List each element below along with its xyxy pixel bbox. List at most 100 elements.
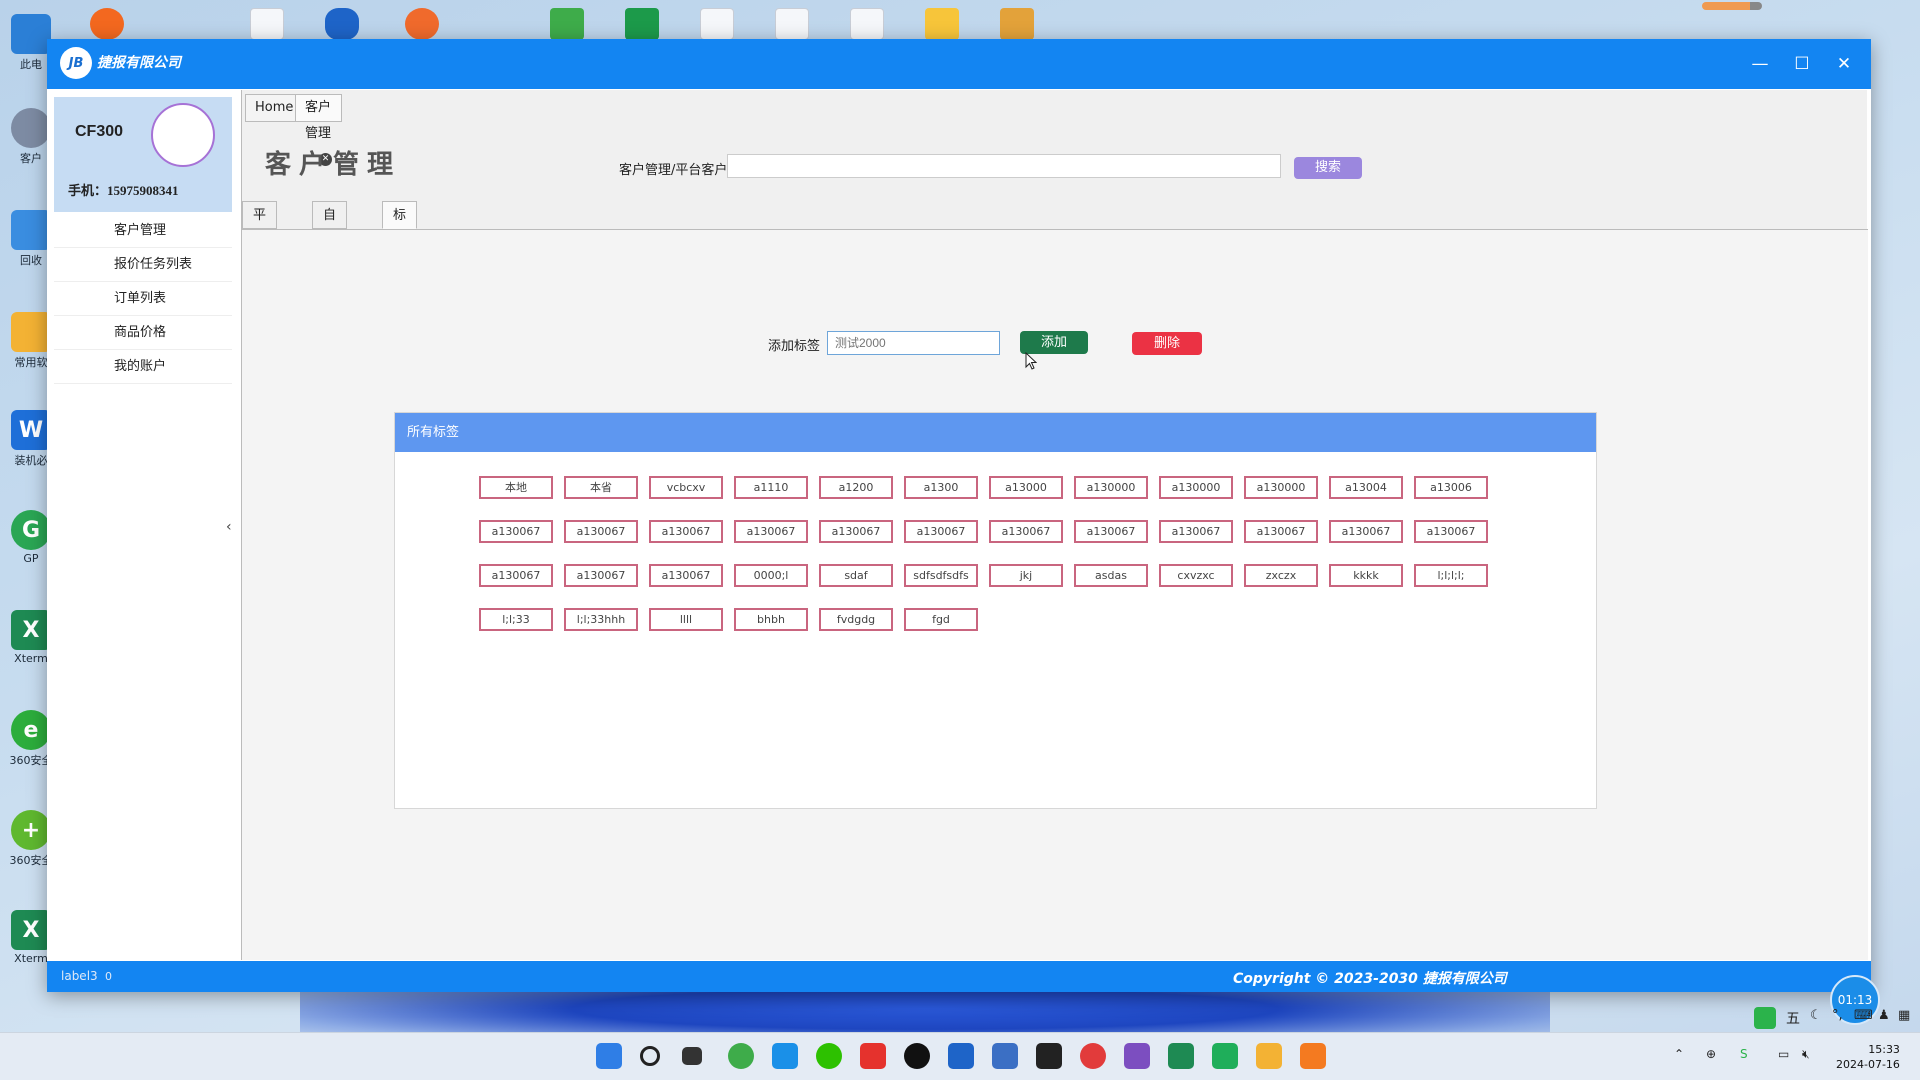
- file-icon[interactable]: [250, 8, 284, 40]
- tag-chip[interactable]: fvdgdg: [819, 608, 893, 631]
- database-icon[interactable]: [948, 1043, 974, 1069]
- sidebar-item-quote-tasks[interactable]: 报价任务列表: [54, 248, 232, 282]
- search-button[interactable]: 搜索: [1294, 157, 1362, 179]
- tag-chip[interactable]: a130000: [1074, 476, 1148, 499]
- search-input[interactable]: [727, 154, 1281, 178]
- tag-chip[interactable]: a130067: [1414, 520, 1488, 543]
- maximize-button[interactable]: ☐: [1787, 49, 1817, 79]
- tag-chip[interactable]: 0000;l: [734, 564, 808, 587]
- tag-chip[interactable]: a130067: [564, 564, 638, 587]
- messenger-icon[interactable]: [772, 1043, 798, 1069]
- tag-chip[interactable]: 本省: [564, 476, 638, 499]
- tag-chip[interactable]: a130000: [1244, 476, 1318, 499]
- sidebar-collapse-icon[interactable]: ‹: [226, 519, 232, 535]
- app-red-icon[interactable]: [1080, 1043, 1106, 1069]
- visual-studio-icon[interactable]: [1124, 1043, 1150, 1069]
- tag-chip[interactable]: a130067: [649, 520, 723, 543]
- tag-chip[interactable]: 本地: [479, 476, 553, 499]
- terminal-icon[interactable]: [1036, 1043, 1062, 1069]
- tag-chip[interactable]: a130067: [734, 520, 808, 543]
- tag-chip[interactable]: fgd: [904, 608, 978, 631]
- tag-chip[interactable]: sdfsdfsdfs: [904, 564, 978, 587]
- tag-chip[interactable]: a130067: [564, 520, 638, 543]
- sidebar-item-product-prices[interactable]: 商品价格: [54, 316, 232, 350]
- tag-chip[interactable]: a1110: [734, 476, 808, 499]
- tag-chip[interactable]: cxvzxc: [1159, 564, 1233, 587]
- 360-browser-icon[interactable]: [728, 1043, 754, 1069]
- task-view-icon[interactable]: [682, 1047, 702, 1065]
- title-bar[interactable]: JB 捷报有限公司 — ☐ ✕: [47, 39, 1871, 89]
- tray-display-icon[interactable]: ▭: [1778, 1047, 1789, 1061]
- taskbar-clock[interactable]: 15:33 2024-07-16: [1836, 1042, 1900, 1072]
- close-button[interactable]: ✕: [1829, 49, 1859, 79]
- keyboard-icon[interactable]: ⌨: [1854, 1008, 1873, 1023]
- add-contact-icon[interactable]: [405, 8, 439, 40]
- document-icon[interactable]: [700, 8, 734, 40]
- tag-chip[interactable]: vcbcxv: [649, 476, 723, 499]
- tag-chip[interactable]: a130067: [1159, 520, 1233, 543]
- tag-chip[interactable]: a130067: [1329, 520, 1403, 543]
- browser-icon[interactable]: [550, 8, 584, 40]
- tag-chip[interactable]: llll: [649, 608, 723, 631]
- punctuation-icon[interactable]: °,: [1832, 1008, 1843, 1023]
- sogou-ime-icon[interactable]: [1754, 1007, 1776, 1029]
- tab-free-customers[interactable]: 自由客户: [312, 201, 347, 229]
- tag-chip[interactable]: a130067: [649, 564, 723, 587]
- file-explorer-icon[interactable]: [1256, 1043, 1282, 1069]
- tag-chip[interactable]: sdaf: [819, 564, 893, 587]
- folder-icon[interactable]: [925, 8, 959, 40]
- tag-name-input[interactable]: [827, 331, 1000, 355]
- tag-chip[interactable]: a130067: [819, 520, 893, 543]
- tab-platform-customers[interactable]: 平台客户: [242, 201, 277, 229]
- spreadsheet-icon[interactable]: [625, 8, 659, 40]
- start-icon[interactable]: [596, 1043, 622, 1069]
- qq-icon[interactable]: [904, 1043, 930, 1069]
- sidebar-item-orders[interactable]: 订单列表: [54, 282, 232, 316]
- tag-chip[interactable]: jkj: [989, 564, 1063, 587]
- tag-chip[interactable]: a13006: [1414, 476, 1488, 499]
- minimize-button[interactable]: —: [1745, 49, 1775, 79]
- add-tag-button[interactable]: 添加: [1020, 331, 1088, 354]
- tag-chip[interactable]: a1200: [819, 476, 893, 499]
- tag-chip[interactable]: zxczx: [1244, 564, 1318, 587]
- tag-chip[interactable]: a13000: [989, 476, 1063, 499]
- tag-chip[interactable]: a130067: [989, 520, 1063, 543]
- tray-sogou-icon[interactable]: S: [1740, 1047, 1748, 1061]
- tag-chip[interactable]: kkkk: [1329, 564, 1403, 587]
- wechat-icon[interactable]: [816, 1043, 842, 1069]
- tag-chip[interactable]: l;l;33: [479, 608, 553, 631]
- active-app-icon[interactable]: [1300, 1043, 1326, 1069]
- user-icon[interactable]: ♟: [1878, 1008, 1890, 1023]
- wps-icon[interactable]: [860, 1043, 886, 1069]
- chart-app-icon[interactable]: [1212, 1043, 1238, 1069]
- app-orange-icon[interactable]: [90, 8, 124, 40]
- document-icon[interactable]: [775, 8, 809, 40]
- tag-chip[interactable]: a130067: [479, 564, 553, 587]
- tray-network-icon[interactable]: ⊕: [1706, 1047, 1716, 1061]
- avatar[interactable]: [151, 103, 215, 167]
- tag-chip[interactable]: asdas: [1074, 564, 1148, 587]
- document-icon[interactable]: [850, 8, 884, 40]
- tab-customer-management[interactable]: 客户管理✕: [295, 94, 342, 122]
- tray-volume-icon[interactable]: 🔇︎: [1802, 1047, 1810, 1062]
- sidebar-item-my-account[interactable]: 我的账户: [54, 350, 232, 384]
- tag-chip[interactable]: a130067: [479, 520, 553, 543]
- xterminal-icon[interactable]: [1168, 1043, 1194, 1069]
- tag-chip[interactable]: a130067: [1074, 520, 1148, 543]
- ime-mode-icon[interactable]: 五: [1786, 1008, 1800, 1028]
- tag-chip[interactable]: l;l;l;l;: [1414, 564, 1488, 587]
- sidebar-item-customer-management[interactable]: 客户管理: [54, 214, 232, 248]
- tab-tag-settings[interactable]: 标签设置: [382, 201, 417, 229]
- tag-chip[interactable]: a130067: [904, 520, 978, 543]
- moon-icon[interactable]: ☾: [1810, 1008, 1822, 1023]
- tag-chip[interactable]: a130067: [1244, 520, 1318, 543]
- notes-icon[interactable]: [992, 1043, 1018, 1069]
- tag-chip[interactable]: a130000: [1159, 476, 1233, 499]
- delete-tag-button[interactable]: 删除: [1132, 332, 1202, 355]
- package-icon[interactable]: [1000, 8, 1034, 40]
- tag-chip[interactable]: a13004: [1329, 476, 1403, 499]
- grid-icon[interactable]: ▦: [1898, 1008, 1910, 1023]
- tag-chip[interactable]: l;l;33hhh: [564, 608, 638, 631]
- database-icon[interactable]: [325, 8, 359, 40]
- search-icon[interactable]: [640, 1046, 660, 1066]
